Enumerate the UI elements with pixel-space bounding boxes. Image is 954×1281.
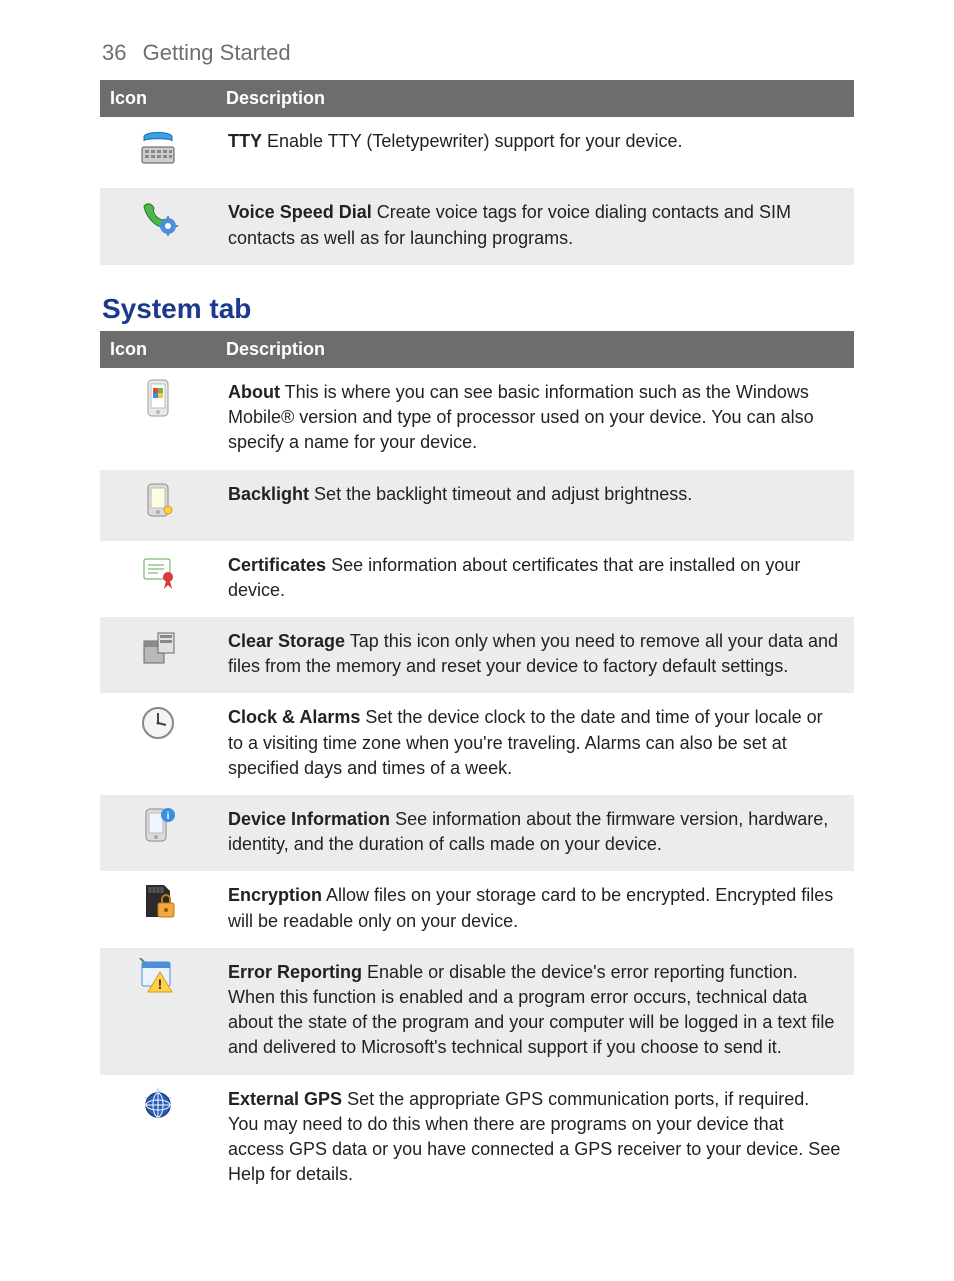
- icon-cell: [100, 188, 216, 264]
- table-row: TTY Enable TTY (Teletypewriter) support …: [100, 117, 854, 188]
- icon-cell: [100, 617, 216, 693]
- section-name: Getting Started: [143, 40, 291, 65]
- description-cell: Clock & Alarms Set the device clock to t…: [216, 693, 854, 795]
- description-cell: TTY Enable TTY (Teletypewriter) support …: [216, 117, 854, 188]
- table-row: Encryption Allow files on your storage c…: [100, 871, 854, 947]
- col-icon: Icon: [100, 331, 216, 368]
- term: Encryption: [228, 885, 322, 905]
- manual-page: 36 Getting Started Icon Description TTY …: [0, 0, 954, 1281]
- page-number: 36: [102, 40, 126, 65]
- description-cell: Certificates See information about certi…: [216, 541, 854, 617]
- term: Clock & Alarms: [228, 707, 360, 727]
- table-row: Voice Speed Dial Create voice tags for v…: [100, 188, 854, 264]
- term: Certificates: [228, 555, 326, 575]
- description-text: Set the backlight timeout and adjust bri…: [314, 484, 692, 504]
- term: Clear Storage: [228, 631, 345, 651]
- term: Device Information: [228, 809, 390, 829]
- description-cell: External GPS Set the appropriate GPS com…: [216, 1075, 854, 1202]
- table-row: Certificates See information about certi…: [100, 541, 854, 617]
- term: TTY: [228, 131, 262, 151]
- icon-cell: [100, 1075, 216, 1202]
- col-icon: Icon: [100, 80, 216, 117]
- voice-dial-icon: [138, 198, 178, 238]
- icon-cell: [100, 948, 216, 1075]
- settings-table-continued: Icon Description TTY Enable TTY (Teletyp…: [100, 80, 854, 265]
- col-description: Description: [216, 80, 854, 117]
- clock-alarms-icon: [138, 703, 178, 743]
- table-row: Clock & Alarms Set the device clock to t…: [100, 693, 854, 795]
- encryption-icon: [138, 881, 178, 921]
- term: Error Reporting: [228, 962, 362, 982]
- running-header: 36 Getting Started: [100, 40, 854, 80]
- error-report-icon: [138, 958, 178, 998]
- table-row: About This is where you can see basic in…: [100, 368, 854, 470]
- table-header: Icon Description: [100, 80, 854, 117]
- icon-cell: [100, 871, 216, 947]
- tty-icon: [138, 127, 178, 167]
- table-header: Icon Description: [100, 331, 854, 368]
- description-cell: Error Reporting Enable or disable the de…: [216, 948, 854, 1075]
- term: About: [228, 382, 280, 402]
- icon-cell: [100, 541, 216, 617]
- description-text: Enable TTY (Teletypewriter) support for …: [267, 131, 683, 151]
- term: External GPS: [228, 1089, 342, 1109]
- section-title-system-tab: System tab: [102, 293, 854, 325]
- description-cell: Voice Speed Dial Create voice tags for v…: [216, 188, 854, 264]
- table-row: Device Information See information about…: [100, 795, 854, 871]
- icon-cell: [100, 470, 216, 541]
- icon-cell: [100, 693, 216, 795]
- term: Voice Speed Dial: [228, 202, 372, 222]
- description-cell: About This is where you can see basic in…: [216, 368, 854, 470]
- backlight-icon: [138, 480, 178, 520]
- external-gps-icon: [138, 1085, 178, 1125]
- table-row: Backlight Set the backlight timeout and …: [100, 470, 854, 541]
- col-description: Description: [216, 331, 854, 368]
- description-cell: Encryption Allow files on your storage c…: [216, 871, 854, 947]
- clear-storage-icon: [138, 627, 178, 667]
- icon-cell: [100, 795, 216, 871]
- about-icon: [138, 378, 178, 418]
- icon-cell: [100, 368, 216, 470]
- icon-cell: [100, 117, 216, 188]
- description-text: This is where you can see basic informat…: [228, 382, 814, 452]
- settings-table-system: Icon Description About This is where you…: [100, 331, 854, 1202]
- description-cell: Clear Storage Tap this icon only when yo…: [216, 617, 854, 693]
- table-row: Clear Storage Tap this icon only when yo…: [100, 617, 854, 693]
- table-row: External GPS Set the appropriate GPS com…: [100, 1075, 854, 1202]
- description-cell: Backlight Set the backlight timeout and …: [216, 470, 854, 541]
- device-info-icon: [138, 805, 178, 845]
- description-cell: Device Information See information about…: [216, 795, 854, 871]
- table-row: Error Reporting Enable or disable the de…: [100, 948, 854, 1075]
- certificates-icon: [138, 551, 178, 591]
- term: Backlight: [228, 484, 309, 504]
